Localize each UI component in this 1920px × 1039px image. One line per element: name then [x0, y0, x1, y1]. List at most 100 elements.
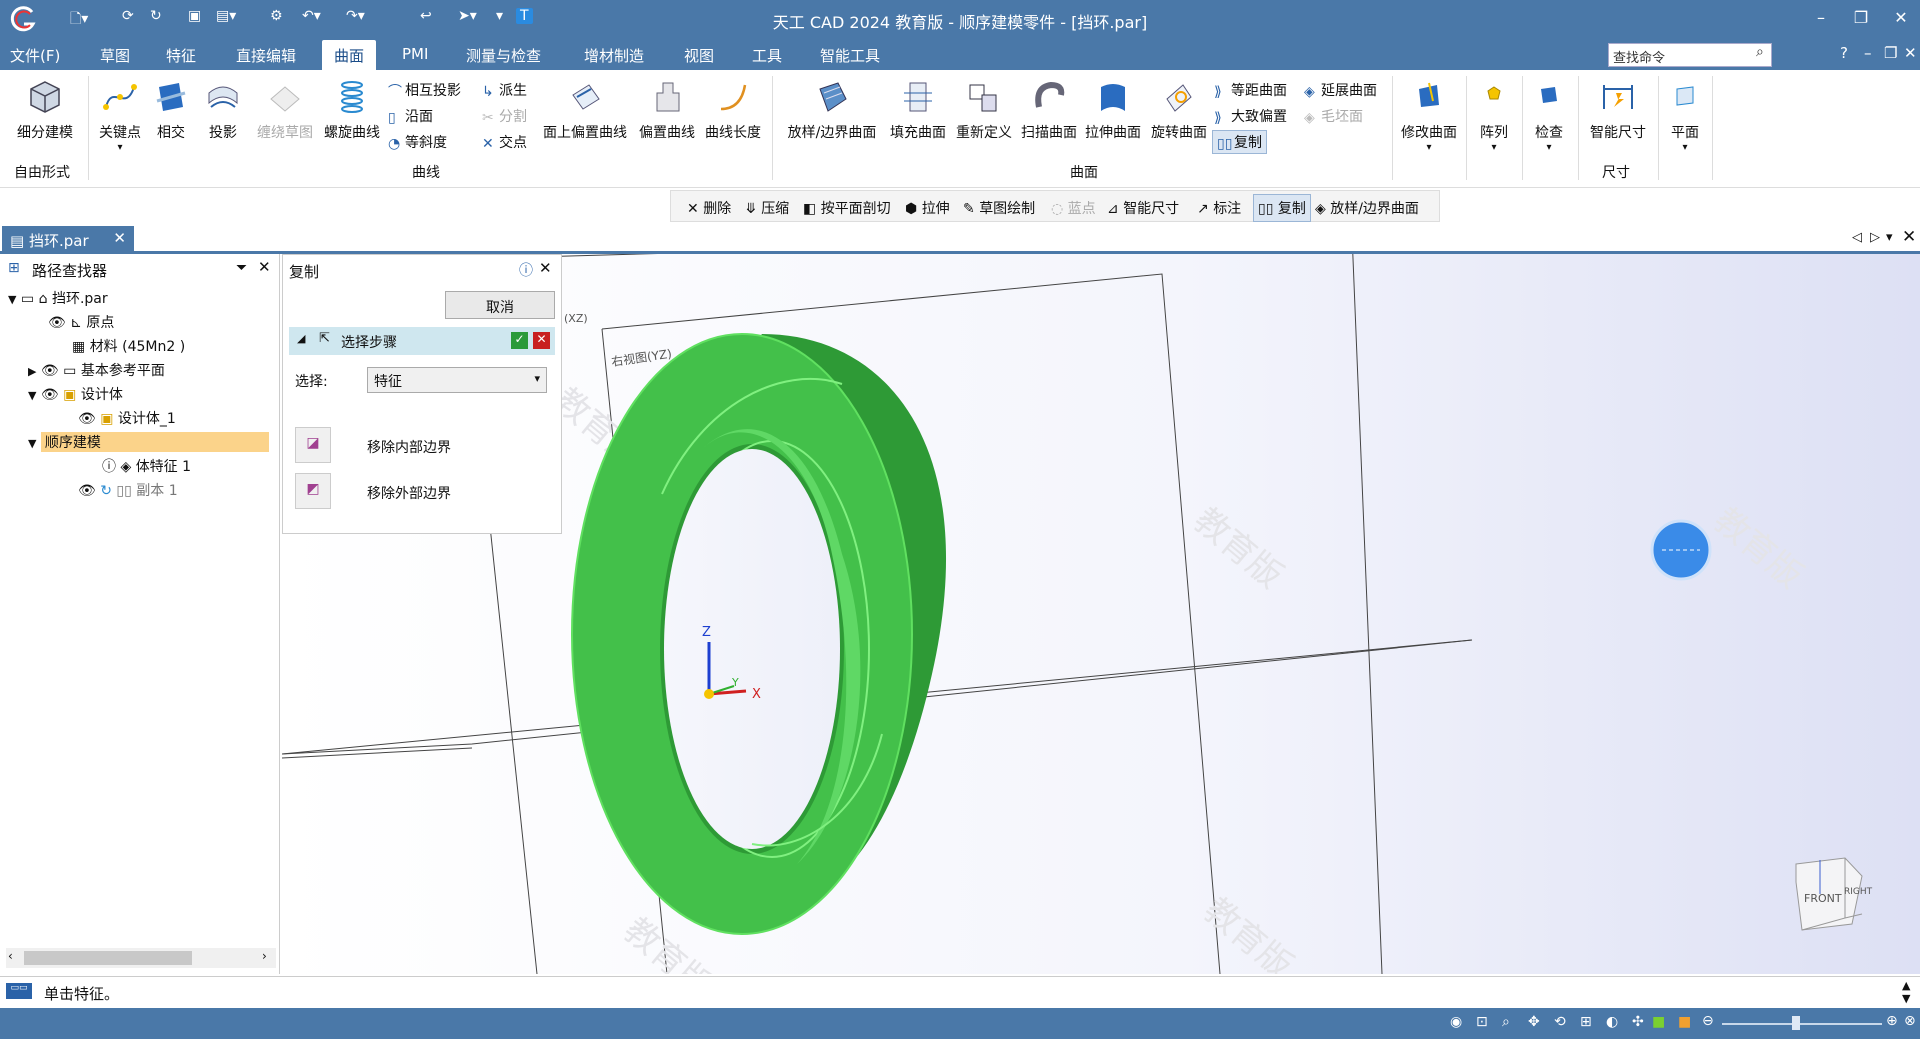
remove-outer-boundary-icon[interactable]: ◩ [295, 473, 331, 509]
curve-length-button[interactable]: 曲线长度 [700, 78, 766, 142]
fill-surface-button[interactable]: 填充曲面 [884, 78, 952, 142]
cmd-section[interactable]: ◧ 按平面剖切 [803, 198, 891, 218]
offset-curve-button[interactable]: 偏置曲线 [634, 78, 700, 142]
along-face-button[interactable]: ▯ 沿面 [388, 106, 433, 126]
help-icon[interactable]: ? [1840, 44, 1848, 62]
reject-icon[interactable]: ✕ [533, 332, 550, 349]
menu-smart-tools[interactable]: 智能工具 [820, 45, 880, 66]
rollback-icon[interactable]: ↻ [100, 483, 112, 499]
inspect-button[interactable]: 检查 ▾ [1524, 78, 1574, 153]
select-step-row[interactable]: ◢ ⇱ 选择步骤 ✓ ✕ [289, 327, 555, 355]
close-doc-icon[interactable]: ✕ [1902, 227, 1916, 247]
collapse-icon[interactable]: ◢ [297, 332, 305, 345]
project-button[interactable]: 投影 [198, 78, 248, 142]
menu-additive[interactable]: 增材制造 [584, 45, 644, 66]
light-icon[interactable]: ■ [1678, 1014, 1691, 1030]
color-icon[interactable]: ■ [1652, 1014, 1665, 1030]
menu-surface[interactable]: 曲面 [322, 40, 377, 72]
visibility-eye-icon[interactable]: 👁 [78, 483, 96, 499]
minimize-icon[interactable]: – [1806, 8, 1836, 27]
tree-item-origin[interactable]: 👁 ⊾ 原点 [48, 312, 114, 332]
keypoint-button[interactable]: 关键点 ▾ [92, 78, 148, 153]
remove-outer-boundary-label[interactable]: 移除外部边界 [367, 483, 451, 503]
cmd-bluedot[interactable]: ◌ 蓝点 [1051, 198, 1096, 218]
pathfinder-filter-icon[interactable]: ⏷ [236, 260, 247, 276]
scrollbar-thumb[interactable] [24, 951, 192, 965]
pattern-button[interactable]: 阵列 ▾ [1468, 78, 1520, 153]
rotate-icon[interactable]: ⟲ [1554, 1014, 1566, 1030]
menu-tools[interactable]: 工具 [752, 45, 782, 66]
zoom-out-icon[interactable]: ⊖ [1702, 1013, 1714, 1029]
revolve-surface-button[interactable]: 旋转曲面 [1146, 78, 1212, 142]
tree-item-root[interactable]: ▼ ▭ ⌂ 挡环.par [8, 288, 108, 308]
cmd-annotate[interactable]: ↗ 标注 [1197, 198, 1241, 218]
intersection-point-button[interactable]: ✕ 交点 [482, 132, 527, 152]
status-scroll-icon[interactable]: ▲ ▼ [1902, 979, 1910, 1005]
accept-icon[interactable]: ✓ [511, 332, 528, 349]
menu-feature[interactable]: 特征 [166, 45, 196, 66]
expand-icon[interactable]: ▼ [28, 437, 36, 450]
extend-surface-button[interactable]: ◈ 延展曲面 [1304, 80, 1377, 100]
rough-offset-button[interactable]: ⟫ 大致偏置 [1214, 106, 1287, 126]
restore-icon[interactable]: ❐ [1846, 8, 1876, 27]
expand-icon[interactable]: ▼ [28, 389, 36, 402]
zoom-close-icon[interactable]: ⊗ [1904, 1013, 1916, 1029]
tree-item-design-body-1[interactable]: 👁 ▣ 设计体_1 [78, 408, 176, 428]
remove-inner-boundary-label[interactable]: 移除内部边界 [367, 437, 451, 457]
tree-item-base-planes[interactable]: ▶ 👁 ▭ 基本参考平面 [28, 360, 165, 380]
zoom-in-icon[interactable]: ⊕ [1886, 1013, 1898, 1029]
visibility-eye-icon[interactable]: 👁 [41, 363, 59, 379]
mutual-project-button[interactable]: ⌒ 相互投影 [388, 80, 461, 100]
zoom-area-icon[interactable]: ◉ [1450, 1014, 1462, 1030]
blank-surface-button[interactable]: ◈ 毛坯面 [1304, 106, 1363, 126]
modify-surface-button[interactable]: 修改曲面 ▾ [1396, 78, 1462, 153]
redefine-button[interactable]: 重新定义 [950, 78, 1018, 142]
command-search-input[interactable]: 查找命令 [1608, 43, 1772, 67]
menu-measure[interactable]: 测量与检查 [466, 45, 541, 66]
ribbon-restore-icon[interactable]: ❐ [1884, 44, 1897, 62]
pan-icon[interactable]: ✥ [1528, 1014, 1540, 1030]
tab-list-icon[interactable]: ▾ [1886, 230, 1893, 245]
tree-item-sequential[interactable]: ▼ 顺序建模 [28, 432, 269, 452]
tree-item-design-body[interactable]: ▼ 👁 ▣ 设计体 [28, 384, 123, 404]
horizontal-scrollbar[interactable]: ‹ › [6, 948, 276, 968]
copy-surface-button[interactable]: ▯▯ 复制 [1212, 130, 1267, 154]
ribbon-minimize-icon[interactable]: – [1864, 44, 1872, 62]
zoom-slider-track[interactable] [1722, 1023, 1882, 1025]
cmd-smart-dimension[interactable]: ⊿ 智能尺寸 [1107, 198, 1179, 218]
menu-view[interactable]: 视图 [684, 45, 714, 66]
menu-sketch[interactable]: 草图 [100, 45, 130, 66]
expand-icon[interactable]: ▶ [28, 365, 36, 378]
view-cube[interactable]: FRONT RIGHT [1795, 857, 1873, 931]
intersect-button[interactable]: 相交 [146, 78, 196, 142]
view-settings-icon[interactable]: ✣ [1632, 1014, 1644, 1030]
ribbon-close-icon[interactable]: ✕ [1904, 44, 1917, 62]
cmd-sketch[interactable]: ✎ 草图绘制 [963, 198, 1035, 218]
helix-button[interactable]: 螺旋曲线 [318, 78, 386, 142]
pathfinder-close-icon[interactable]: ✕ [258, 258, 271, 276]
view-orient-icon[interactable]: ⊞ [1580, 1014, 1592, 1030]
doc-tab[interactable]: ▤ 挡环.par ✕ [2, 226, 134, 252]
tree-item-material[interactable]: ▦ 材料 (45Mn2 ) [72, 336, 185, 356]
scroll-right-icon[interactable]: › [262, 949, 267, 963]
ring-part[interactable] [571, 333, 947, 935]
zoom-icon[interactable]: ⌕ [1502, 1014, 1510, 1030]
cmd-loft[interactable]: ◈ 放样/边界曲面 [1315, 198, 1419, 218]
cancel-button[interactable]: 取消 [445, 291, 555, 319]
zoom-fit-icon[interactable]: ⊡ [1476, 1014, 1488, 1030]
close-tab-icon[interactable]: ✕ [113, 229, 126, 247]
visibility-eye-icon[interactable]: 👁 [78, 411, 96, 427]
help-icon[interactable]: ⓘ [519, 260, 533, 280]
cmd-delete[interactable]: ✕ 删除 [687, 198, 731, 218]
offset-on-face-button[interactable]: 面上偏置曲线 [540, 78, 630, 142]
zoom-slider-thumb[interactable] [1792, 1016, 1800, 1030]
cmd-copy[interactable]: ▯▯ 复制 [1253, 194, 1311, 222]
scroll-left-icon[interactable]: ‹ [8, 949, 13, 963]
select-type-dropdown[interactable]: 特征 ▾ [367, 367, 547, 393]
equidistant-surface-button[interactable]: ⟫ 等距曲面 [1214, 80, 1287, 100]
tab-prev-icon[interactable]: ◁ [1852, 230, 1862, 245]
derive-button[interactable]: ↳ 派生 [482, 80, 527, 100]
extrude-surface-button[interactable]: 拉伸曲面 [1080, 78, 1146, 142]
expand-icon[interactable]: ▼ [8, 293, 16, 306]
smart-dimension-button[interactable]: 智能尺寸 [1582, 78, 1654, 142]
